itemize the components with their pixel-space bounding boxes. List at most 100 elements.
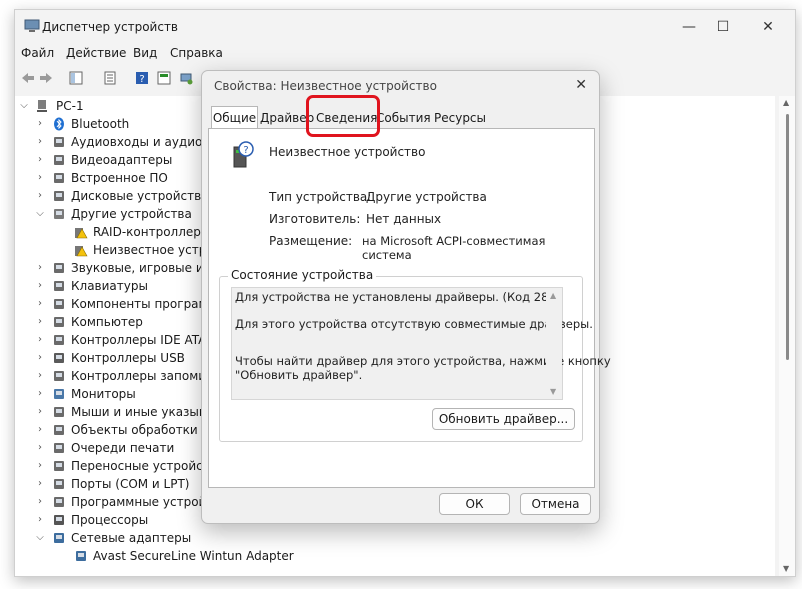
- chevron-right-icon[interactable]: ›: [35, 169, 45, 187]
- chevron-right-icon[interactable]: ›: [35, 115, 45, 133]
- chevron-right-icon[interactable]: ›: [35, 403, 45, 421]
- location-label: Размещение:: [269, 234, 353, 248]
- portable-device-icon: [54, 461, 64, 471]
- audio-processing-icon: [54, 425, 64, 435]
- chevron-right-icon[interactable]: ›: [35, 349, 45, 367]
- status-scrollbar[interactable]: ▲ ▼: [546, 288, 562, 399]
- device-name: Неизвестное устройство: [269, 145, 426, 159]
- keyboard-icon: [54, 281, 64, 291]
- location-value: на Microsoft ACPI-совместимая система: [362, 234, 546, 262]
- chevron-down-icon[interactable]: ⌵: [19, 97, 29, 115]
- scan-hardware-icon[interactable]: [177, 69, 195, 87]
- warning-device-icon: [75, 246, 88, 257]
- tree-item-label: Встроенное ПО: [71, 171, 168, 185]
- tree-item-label: Сетевые адаптеры: [71, 531, 192, 545]
- chevron-right-icon[interactable]: ›: [35, 493, 45, 511]
- chevron-right-icon[interactable]: ›: [35, 475, 45, 493]
- menu-action[interactable]: Действие: [66, 46, 126, 60]
- tree-item-label: Мониторы: [71, 387, 136, 401]
- tree-item-label: RAID-контроллер: [93, 225, 201, 239]
- menu-help[interactable]: Справка: [170, 46, 223, 60]
- computer-icon: [54, 317, 64, 327]
- tree-item-label: Контроллеры IDE ATA/: [71, 333, 211, 347]
- tree-item-label: Процессоры: [71, 513, 149, 527]
- tab-driver[interactable]: Драйвер: [260, 109, 314, 128]
- chevron-down-icon[interactable]: ⌵: [35, 205, 45, 223]
- tree-item-label: Клавиатуры: [71, 279, 148, 293]
- status-line: "Обновить драйвер".: [235, 368, 363, 382]
- tree-scrollbar[interactable]: ▲ ▼: [779, 96, 795, 576]
- scroll-up-icon[interactable]: ▲: [550, 291, 556, 300]
- chevron-right-icon[interactable]: ›: [35, 367, 45, 385]
- chevron-right-icon[interactable]: ›: [35, 259, 45, 277]
- tab-general[interactable]: Общие: [211, 106, 258, 129]
- minimize-button[interactable]: —: [674, 16, 704, 38]
- scroll-down-icon[interactable]: ▼: [550, 387, 556, 396]
- chevron-right-icon[interactable]: ›: [35, 457, 45, 475]
- tab-resources[interactable]: Ресурсы: [434, 109, 486, 128]
- processor-icon: [54, 515, 64, 525]
- tree-item-label: Avast SecureLine Wintun Adapter: [93, 549, 294, 563]
- close-button[interactable]: ✕: [753, 16, 783, 38]
- chevron-right-icon[interactable]: ›: [35, 277, 45, 295]
- properties-dialog: Свойства: Неизвестное устройство ✕ Общие…: [201, 70, 611, 524]
- maximize-button[interactable]: ☐: [708, 16, 738, 38]
- chevron-right-icon[interactable]: ›: [35, 439, 45, 457]
- update-driver-button[interactable]: Обновить драйвер...: [432, 408, 575, 430]
- chevron-right-icon[interactable]: ›: [35, 331, 45, 349]
- cancel-button[interactable]: Отмена: [520, 493, 591, 515]
- scroll-up-icon[interactable]: ▲: [783, 98, 789, 107]
- firmware-icon: [54, 173, 64, 183]
- chevron-right-icon[interactable]: ›: [35, 385, 45, 403]
- software-device-icon: [54, 497, 64, 507]
- audio-icon: [54, 137, 64, 147]
- device-status-legend: Состояние устройства: [228, 268, 377, 282]
- title-bar: Диспетчер устройств — ☐ ✕: [15, 10, 795, 44]
- status-line: Для устройства не установлены драйверы. …: [235, 290, 553, 304]
- tree-item-label: Очереди печати: [71, 441, 175, 455]
- menu-file[interactable]: Файл: [21, 46, 54, 60]
- chevron-down-icon[interactable]: ⌵: [35, 529, 45, 547]
- tree-item-label: Аудиовходы и аудиовы: [71, 135, 219, 149]
- menu-view[interactable]: Вид: [133, 46, 157, 60]
- view-icon[interactable]: [155, 69, 173, 87]
- dialog-close-button[interactable]: ✕: [575, 77, 587, 93]
- chevron-right-icon[interactable]: ›: [35, 187, 45, 205]
- sound-icon: [54, 263, 64, 273]
- chevron-right-icon[interactable]: ›: [35, 151, 45, 169]
- tree-root-label: PC-1: [56, 99, 84, 113]
- chevron-right-icon[interactable]: ›: [35, 511, 45, 529]
- computer-icon: [37, 100, 47, 112]
- tab-events[interactable]: События: [376, 109, 431, 128]
- monitor-icon: [54, 389, 64, 399]
- chevron-right-icon[interactable]: ›: [35, 133, 45, 151]
- menu-bar: Файл Действие Вид Справка: [15, 44, 795, 64]
- bluetooth-icon: [54, 117, 64, 131]
- warning-device-icon: [75, 228, 88, 239]
- properties-icon[interactable]: [101, 69, 119, 87]
- device-type-label: Тип устройства:: [269, 190, 372, 204]
- tree-item-label: Объекты обработки зв: [71, 423, 215, 437]
- chevron-right-icon[interactable]: ›: [35, 313, 45, 331]
- network-adapter-icon: [54, 533, 64, 543]
- scroll-down-icon[interactable]: ▼: [783, 564, 789, 573]
- device-status-text[interactable]: Для устройства не установлены драйверы. …: [231, 287, 611, 400]
- device-status-group: Состояние устройства Для устройства не у…: [219, 268, 611, 442]
- forward-arrow-icon[interactable]: [37, 69, 55, 87]
- printer-icon: [54, 443, 64, 453]
- tree-item-label: Компоненты программ: [71, 297, 217, 311]
- scrollbar-thumb[interactable]: [786, 114, 789, 360]
- ok-button[interactable]: ОК: [439, 493, 510, 515]
- disk-icon: [54, 191, 64, 201]
- mouse-icon: [54, 407, 64, 417]
- tree-item-label: Звуковые, игровые и в: [71, 261, 215, 275]
- chevron-right-icon[interactable]: ›: [35, 421, 45, 439]
- back-arrow-icon[interactable]: [19, 69, 37, 87]
- tree-item-label: Программные устройс: [71, 495, 213, 509]
- help-icon[interactable]: ?: [133, 69, 151, 87]
- console-tree-icon[interactable]: [67, 69, 85, 87]
- status-line: Для этого устройства отсутствую совмести…: [235, 317, 593, 331]
- tree-item-label: Контроллеры USB: [71, 351, 185, 365]
- manufacturer-value: Нет данных: [366, 212, 442, 226]
- chevron-right-icon[interactable]: ›: [35, 295, 45, 313]
